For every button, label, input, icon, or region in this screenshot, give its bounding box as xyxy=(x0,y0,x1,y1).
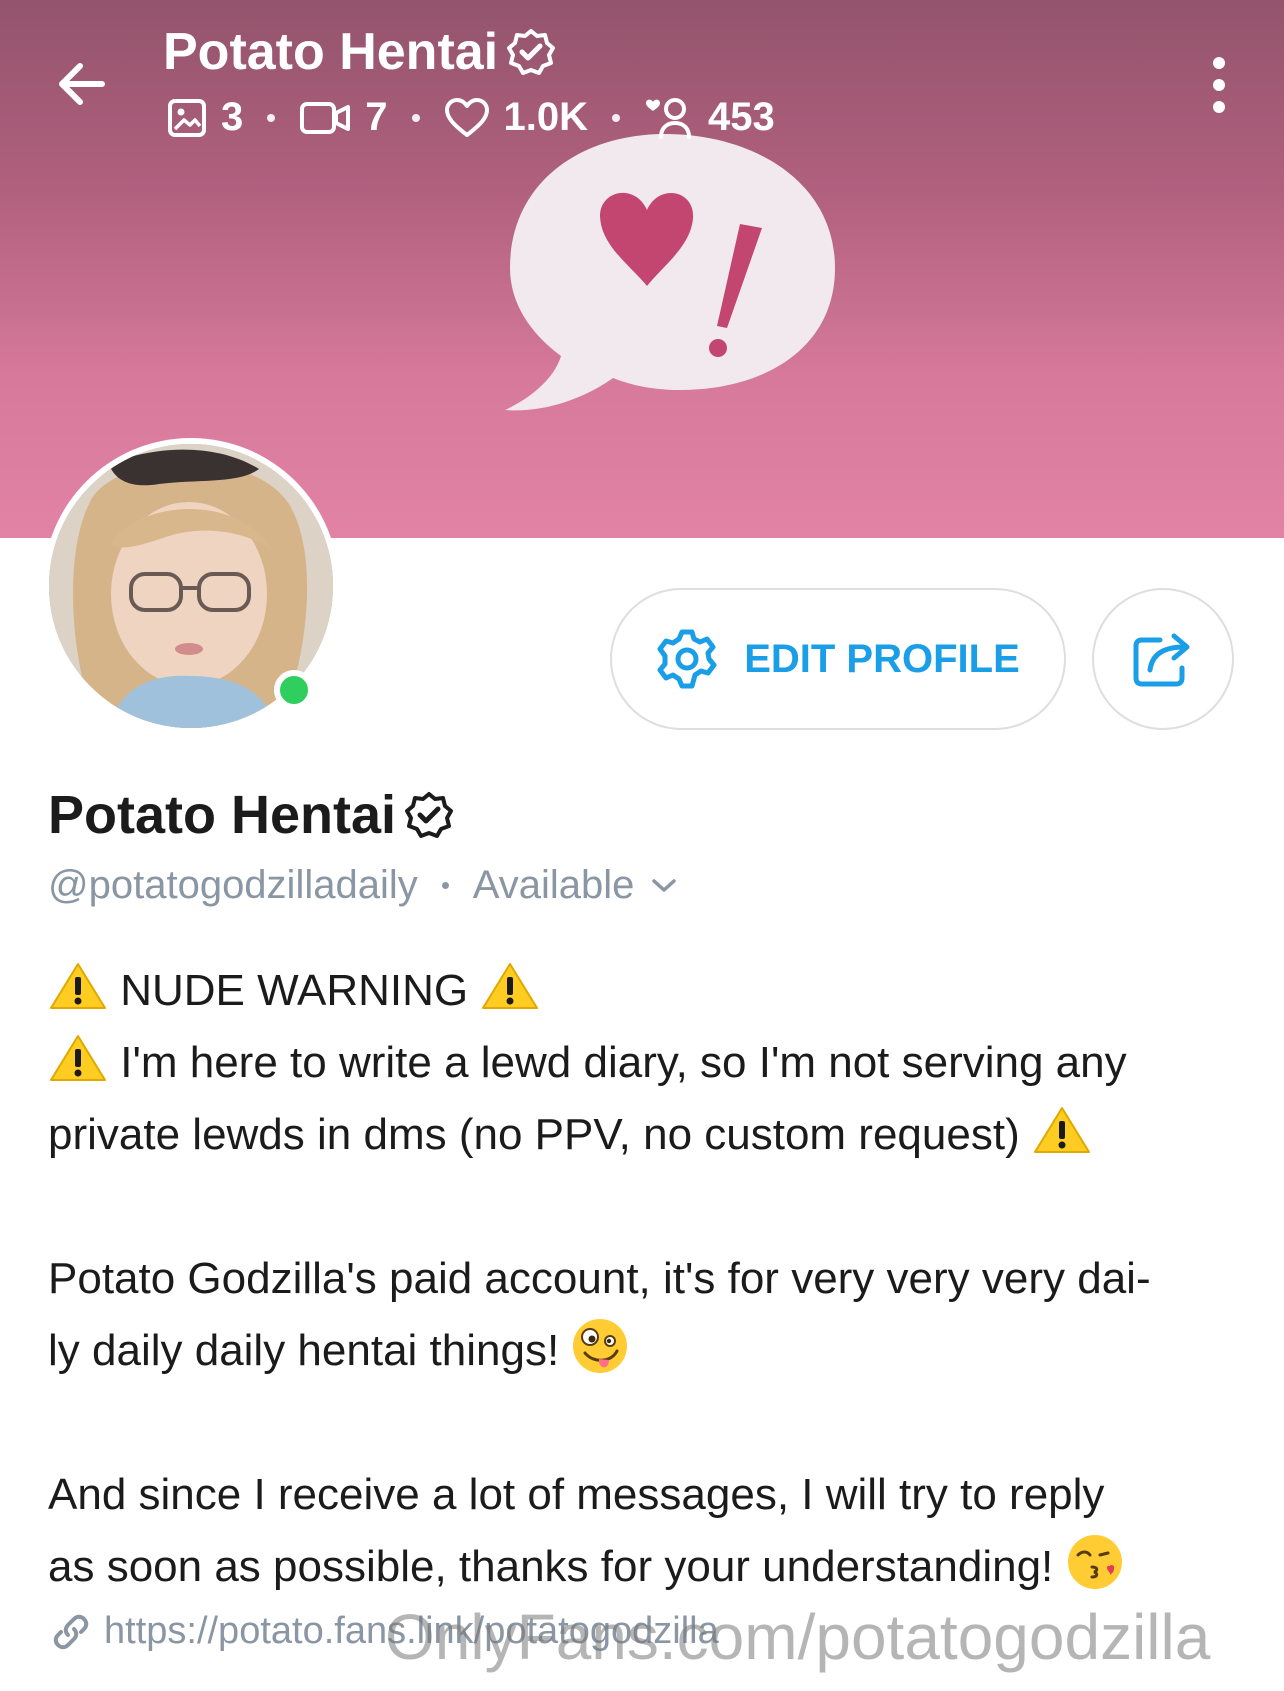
more-vertical-icon xyxy=(1213,57,1225,113)
bio-warning-line: NUDE WARNING xyxy=(48,955,1248,1027)
handle-row: @potatogodzilladaily Available xyxy=(48,863,678,908)
warning-icon xyxy=(482,963,539,1009)
bio-notice-line-2: private lewds in dms (no PPV, no custom … xyxy=(48,1099,1248,1171)
stat-separator xyxy=(267,113,276,122)
edit-profile-label: EDIT PROFILE xyxy=(744,636,1020,681)
back-arrow-icon xyxy=(59,63,105,105)
share-icon xyxy=(1133,633,1190,687)
stat-videos[interactable]: 7 xyxy=(299,95,388,140)
bio-notice-text-1: I'm here to write a lewd diary, so I'm n… xyxy=(120,1038,1127,1087)
zany-face-emoji-icon xyxy=(573,1319,628,1373)
bio-paragraph-2-line-2: ly daily daily hentai things! xyxy=(48,1315,1248,1387)
stat-fans[interactable]: 453 xyxy=(644,95,775,140)
stat-separator xyxy=(411,113,420,122)
stat-photos[interactable]: 3 xyxy=(167,95,243,140)
share-button[interactable] xyxy=(1092,588,1234,730)
heart-speech-bubble-graphic xyxy=(505,134,835,411)
bio-paragraph-2-text-2: ly daily daily hentai things! xyxy=(48,1326,560,1375)
bio-paragraph-2-line-1: Potato Godzilla's paid account, it's for… xyxy=(48,1254,1151,1303)
stat-fans-count: 453 xyxy=(708,95,775,139)
image-icon xyxy=(168,98,206,137)
stat-separator xyxy=(612,113,620,122)
header-title: Potato Hentai xyxy=(163,22,556,82)
bio-paragraph-3-line-1: And since I receive a lot of messages, I… xyxy=(48,1470,1105,1519)
bio-warning-title: NUDE WARNING xyxy=(120,966,469,1015)
header-title-text: Potato Hentai xyxy=(163,23,499,81)
video-icon xyxy=(300,101,351,134)
profile-bio: NUDE WARNING I'm here to write a lewd di… xyxy=(48,955,1248,1603)
availability-dropdown[interactable]: Available xyxy=(473,863,679,908)
profile-link-url: https://potato.fans.link/potatogodzilla xyxy=(104,1610,719,1652)
chevron-down-icon xyxy=(652,878,677,892)
bio-notice-text-2: private lewds in dms (no PPV, no custom … xyxy=(48,1110,1020,1159)
back-button[interactable] xyxy=(52,55,110,113)
edit-profile-button[interactable]: EDIT PROFILE xyxy=(610,588,1066,730)
online-status-indicator xyxy=(274,670,314,710)
link-icon xyxy=(53,1614,89,1649)
warning-icon xyxy=(1033,1107,1090,1153)
heart-icon xyxy=(444,97,489,137)
more-options-button[interactable] xyxy=(1200,55,1238,115)
profile-name: Potato Hentai xyxy=(48,784,454,846)
warning-icon xyxy=(50,963,106,1009)
gear-icon xyxy=(657,629,717,689)
profile-handle: @potatogodzilladaily xyxy=(48,863,418,907)
fans-icon xyxy=(646,97,691,139)
availability-label: Available xyxy=(472,863,635,907)
stat-videos-count: 7 xyxy=(365,95,388,139)
profile-link[interactable]: https://potato.fans.link/potatogodzilla xyxy=(52,1610,719,1653)
bio-paragraph-3-line-2: as soon as possible, thanks for your und… xyxy=(48,1531,1248,1603)
profile-name-text: Potato Hentai xyxy=(48,785,397,845)
kissing-face-emoji-icon xyxy=(1067,1535,1122,1589)
warning-icon xyxy=(50,1035,106,1081)
stat-likes[interactable]: 1.0K xyxy=(444,95,589,140)
bio-notice-line-1: I'm here to write a lewd diary, so I'm n… xyxy=(48,1027,1248,1099)
verified-icon xyxy=(507,29,556,75)
verified-icon xyxy=(405,792,454,838)
handle-separator xyxy=(441,882,449,889)
stat-likes-count: 1.0K xyxy=(503,95,589,139)
bio-paragraph-3-text-2: as soon as possible, thanks for your und… xyxy=(48,1542,1054,1591)
header-stats: 3 7 1.0K 453 xyxy=(167,95,775,140)
stat-photos-count: 3 xyxy=(221,95,244,139)
